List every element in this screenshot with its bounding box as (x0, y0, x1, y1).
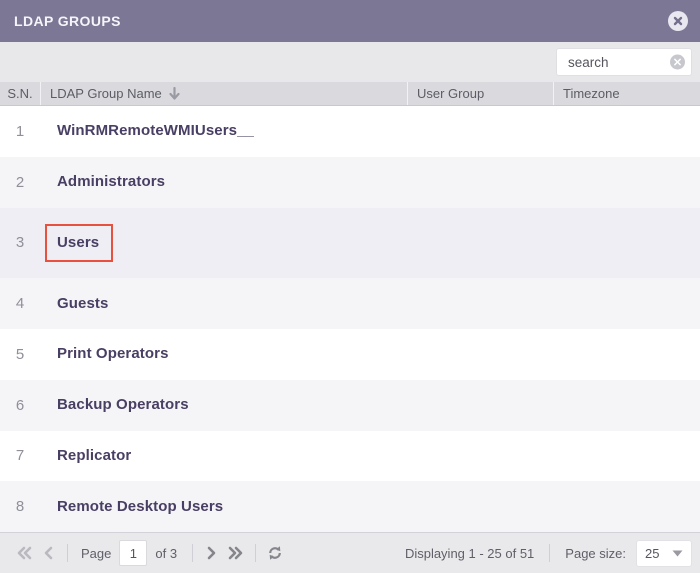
page-label: Page (81, 545, 112, 561)
page-size-label: Page size: (565, 545, 626, 561)
close-icon[interactable] (668, 11, 688, 31)
ldap-group-name-link[interactable]: Backup Operators (57, 396, 189, 413)
table-row[interactable]: 8 Remote Desktop Users (0, 481, 700, 532)
previous-page-icon[interactable] (36, 541, 60, 565)
separator (192, 544, 194, 562)
page-number-input[interactable] (119, 540, 148, 566)
separator (255, 544, 257, 562)
table-row[interactable]: 5 Print Operators (0, 329, 700, 380)
row-serial-number: 5 (15, 345, 25, 363)
refresh-icon[interactable] (263, 541, 287, 565)
table-row[interactable]: 1 WinRMRemoteWMIUsers__ (0, 106, 700, 157)
ldap-group-name-link[interactable]: WinRMRemoteWMIUsers__ (57, 122, 254, 139)
ldap-group-name-link-highlighted[interactable]: Users (45, 223, 114, 262)
ldap-group-name-link[interactable]: Administrators (57, 173, 165, 190)
table-row[interactable]: 2 Administrators (0, 156, 700, 208)
column-header-ldap-group-name[interactable]: LDAP Group Name (40, 82, 407, 105)
column-header-sn[interactable]: S.N. (0, 82, 40, 105)
dialog-title: LDAP GROUPS (14, 13, 121, 29)
ldap-group-name-link[interactable]: Replicator (57, 447, 131, 464)
column-label: LDAP Group Name (50, 86, 162, 101)
separator (67, 544, 68, 562)
first-page-icon[interactable] (12, 541, 36, 565)
row-serial-number: 8 (15, 498, 25, 516)
column-header-user-group[interactable]: User Group (407, 82, 553, 105)
table-body: 1 WinRMRemoteWMIUsers__ 2 Administrators… (0, 106, 700, 532)
displaying-range-label: Displaying 1 - 25 of 51 (404, 545, 535, 561)
table-header-row: S.N. LDAP Group Name User Group Timezone (0, 82, 700, 106)
row-serial-number: 2 (15, 173, 25, 191)
table-row[interactable]: 4 Guests (0, 278, 700, 329)
table-toolbar (0, 42, 700, 82)
column-label: User Group (417, 86, 485, 101)
table-row[interactable]: 6 Backup Operators (0, 379, 700, 431)
row-serial-number: 6 (15, 396, 25, 414)
ldap-groups-dialog: LDAP GROUPS S.N. LDAP Group Name (0, 0, 700, 573)
sort-descending-arrow-icon (169, 87, 180, 100)
row-serial-number: 3 (15, 234, 25, 252)
table-row-highlighted[interactable]: 3 Users (0, 207, 700, 279)
column-header-timezone[interactable]: Timezone (553, 82, 700, 105)
page-count-label: of 3 (155, 545, 178, 561)
row-serial-number: 1 (15, 122, 25, 140)
row-serial-number: 4 (15, 295, 25, 313)
ldap-group-name-link[interactable]: Remote Desktop Users (57, 498, 223, 515)
clear-search-icon[interactable] (670, 54, 685, 70)
dialog-titlebar: LDAP GROUPS (0, 0, 700, 42)
last-page-icon[interactable] (224, 541, 248, 565)
column-label: Timezone (563, 86, 620, 101)
page-size-value: 25 (645, 545, 660, 561)
separator (549, 544, 551, 562)
table-row[interactable]: 7 Replicator (0, 430, 700, 482)
pagination-info: Displaying 1 - 25 of 51 Page size: 25 (404, 539, 692, 567)
pagination-toolbar: Page of 3 Displaying 1 - 25 of 51 (0, 532, 700, 573)
next-page-icon[interactable] (200, 541, 224, 565)
row-serial-number: 7 (15, 447, 25, 465)
chevron-down-icon (672, 550, 683, 557)
page-size-select[interactable]: 25 (636, 539, 692, 567)
ldap-group-name-link[interactable]: Guests (57, 295, 108, 312)
search-box (556, 48, 692, 76)
column-label: S.N. (7, 86, 33, 101)
ldap-group-name-link[interactable]: Print Operators (57, 345, 169, 362)
